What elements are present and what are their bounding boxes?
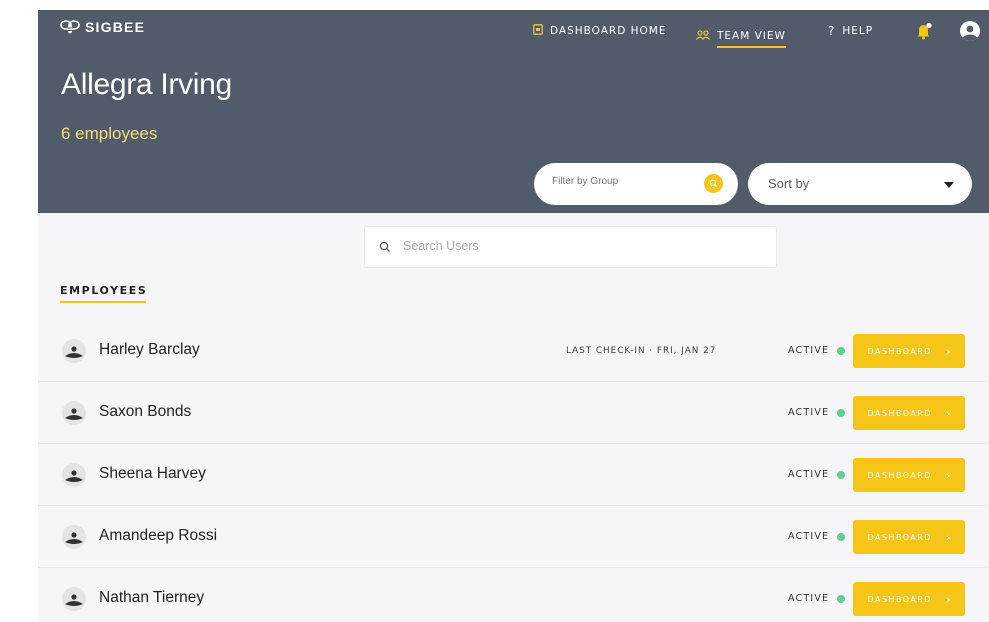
- user-avatar-icon[interactable]: [960, 21, 980, 41]
- employee-name[interactable]: Harley Barclay: [99, 341, 200, 359]
- dashboard-button[interactable]: DASHBOARD ›: [853, 458, 965, 492]
- employee-name[interactable]: Sheena Harvey: [99, 465, 206, 483]
- chevron-right-icon: ›: [945, 468, 951, 482]
- sort-label: Sort by: [768, 176, 810, 191]
- status-dot: [837, 347, 845, 355]
- employee-row: Amandeep Rossi ACTIVE DASHBOARD ›: [38, 506, 989, 568]
- dashboard-button-label: DASHBOARD: [867, 346, 932, 356]
- section-title: EMPLOYEES: [60, 284, 148, 297]
- employee-name[interactable]: Nathan Tierney: [99, 589, 204, 607]
- nav-label: DASHBOARD HOME: [550, 25, 667, 37]
- header: SIGBEE DASHBOARD HOME TEAM VIEW ? HELP A…: [38, 10, 989, 213]
- search-input[interactable]: [403, 239, 763, 253]
- chevron-right-icon: ›: [945, 592, 951, 606]
- avatar-icon: [62, 463, 86, 487]
- dashboard-button-label: DASHBOARD: [867, 408, 932, 418]
- last-checkin: LAST CHECK-IN · FRI, JAN 27: [566, 346, 717, 356]
- dashboard-button[interactable]: DASHBOARD ›: [853, 334, 965, 368]
- status-dot: [837, 533, 845, 541]
- avatar-icon: [62, 401, 86, 425]
- nav-team-view[interactable]: TEAM VIEW: [696, 24, 786, 48]
- nav-label: TEAM VIEW: [717, 30, 786, 48]
- chevron-right-icon: ›: [945, 406, 951, 420]
- employee-row: Sheena Harvey ACTIVE DASHBOARD ›: [38, 444, 989, 506]
- search-icon: [709, 179, 718, 188]
- filter-by-group[interactable]: [534, 163, 738, 205]
- employee-row: Saxon Bonds ACTIVE DASHBOARD ›: [38, 382, 989, 444]
- nav-dashboard-home[interactable]: DASHBOARD HOME: [533, 24, 667, 38]
- caret-down-icon: [944, 182, 954, 188]
- employee-count: 6 employees: [61, 124, 158, 143]
- employee-name[interactable]: Saxon Bonds: [99, 403, 191, 421]
- notifications-bell-icon[interactable]: [916, 22, 932, 45]
- nav-label: HELP: [842, 25, 874, 37]
- employee-list: Harley Barclay LAST CHECK-IN · FRI, JAN …: [38, 320, 989, 622]
- employee-name[interactable]: Amandeep Rossi: [99, 527, 217, 545]
- team-icon: [696, 29, 710, 43]
- page-title: Allegra Irving: [61, 68, 232, 101]
- status-label: ACTIVE: [788, 345, 830, 356]
- dashboard-button-label: DASHBOARD: [867, 470, 932, 480]
- employee-row: Nathan Tierney ACTIVE DASHBOARD ›: [38, 568, 989, 622]
- search-users[interactable]: [364, 226, 777, 268]
- sort-by-dropdown[interactable]: Sort by: [748, 163, 972, 205]
- status-dot: [837, 409, 845, 417]
- search-icon: [379, 241, 390, 252]
- chevron-right-icon: ›: [945, 344, 951, 358]
- avatar-icon: [62, 339, 86, 363]
- status-label: ACTIVE: [788, 469, 830, 480]
- status-label: ACTIVE: [788, 407, 830, 418]
- app-window: SIGBEE DASHBOARD HOME TEAM VIEW ? HELP A…: [38, 10, 989, 622]
- avatar-icon: [62, 525, 86, 549]
- question-icon: ?: [828, 24, 836, 38]
- status-label: ACTIVE: [788, 593, 830, 604]
- filter-search-button[interactable]: [704, 174, 723, 193]
- avatar-icon: [62, 587, 86, 611]
- dashboard-button-label: DASHBOARD: [867, 594, 932, 604]
- status-label: ACTIVE: [788, 531, 830, 542]
- chevron-right-icon: ›: [945, 530, 951, 544]
- dashboard-button[interactable]: DASHBOARD ›: [853, 582, 965, 616]
- dashboard-icon: [533, 24, 543, 38]
- dashboard-button[interactable]: DASHBOARD ›: [853, 520, 965, 554]
- status-dot: [837, 595, 845, 603]
- nav-help[interactable]: ? HELP: [828, 24, 873, 38]
- employee-row: Harley Barclay LAST CHECK-IN · FRI, JAN …: [38, 320, 989, 382]
- section-underline: [60, 301, 146, 303]
- dashboard-button-label: DASHBOARD: [867, 532, 932, 542]
- dashboard-button[interactable]: DASHBOARD ›: [853, 396, 965, 430]
- status-dot: [837, 471, 845, 479]
- filter-input[interactable]: [552, 176, 692, 187]
- top-nav: DASHBOARD HOME TEAM VIEW ? HELP: [38, 24, 989, 48]
